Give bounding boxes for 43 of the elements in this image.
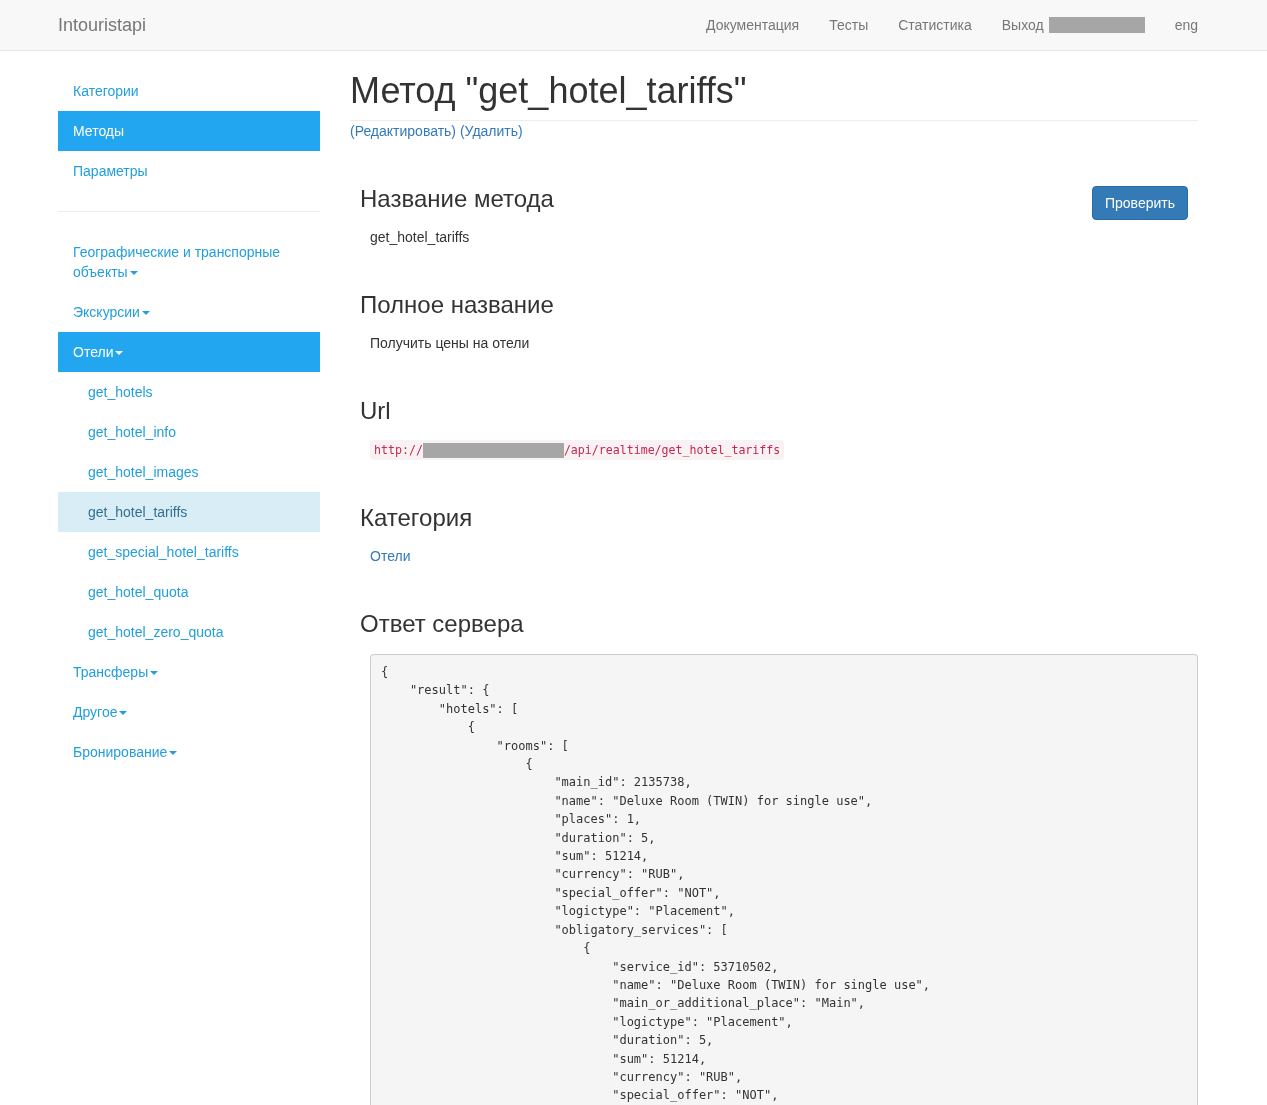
sidebar-subitem[interactable]: get_hotel_info	[58, 412, 320, 452]
action-link[interactable]: (Редактировать)	[350, 123, 457, 139]
sidebar-item[interactable]: Методы	[58, 111, 320, 151]
sidebar-item[interactable]: Бронирование	[58, 732, 320, 772]
nav-link[interactable]: eng	[1159, 0, 1213, 50]
brand-link[interactable]: Intouristapi	[58, 15, 147, 35]
caret-icon	[150, 671, 159, 676]
check-button[interactable]: Проверить	[1092, 186, 1188, 220]
sidebar-item[interactable]: Категории	[58, 71, 320, 111]
caret-icon	[115, 351, 124, 356]
url-text: /api/realtime/get_hotel_tariffs	[563, 442, 781, 458]
section-heading: Url	[360, 398, 391, 424]
caret-icon	[169, 751, 178, 756]
sidebar-item[interactable]: Экскурсии	[58, 292, 320, 332]
sidebar-item[interactable]: Отели	[58, 332, 320, 372]
caret-icon	[119, 711, 128, 716]
caret-icon	[129, 271, 138, 276]
sidebar-item[interactable]: Другое	[58, 692, 320, 732]
section-heading: Название метода	[360, 186, 554, 212]
caret-icon	[141, 311, 150, 316]
section-heading: Категория	[360, 505, 473, 531]
sidebar-item[interactable]: Параметры	[58, 151, 320, 191]
logout-link[interactable]: Выход	[986, 0, 1160, 50]
nav-link[interactable]: Статистика	[883, 0, 987, 50]
action-link[interactable]: (Удалить)	[459, 123, 523, 139]
sidebar-subitem[interactable]: get_hotel_quota	[58, 572, 320, 612]
nav-link[interactable]: Документация	[691, 0, 815, 50]
nav-link[interactable]: Тесты	[814, 0, 884, 50]
sidebar-subitem[interactable]: get_hotels	[58, 372, 320, 412]
page-title: Метод "get_hotel_tariffs"	[350, 71, 747, 111]
url-text: http://	[374, 442, 423, 458]
sidebar-item[interactable]: Трансферы	[58, 652, 320, 692]
sidebar-subitem[interactable]: get_hotel_tariffs	[58, 492, 320, 532]
sidebar-subitem[interactable]: get_special_hotel_tariffs	[58, 532, 320, 572]
field-value: get_hotel_tariffs	[370, 228, 471, 247]
sidebar-item[interactable]: Географические и транспорные объекты	[58, 232, 320, 292]
field-value: Получить цены на отели	[370, 334, 531, 353]
section-heading: Ответ сервера	[360, 611, 524, 637]
section-heading: Полное название	[360, 292, 554, 318]
sidebar-subitem[interactable]: get_hotel_images	[58, 452, 320, 492]
category-link[interactable]: Отели	[370, 548, 411, 564]
sidebar-subitem[interactable]: get_hotel_zero_quota	[58, 612, 320, 652]
code-block: { "result": { "hotels": [ { "rooms": [ { "main_id": 2135738, "name": "Deluxe Room (TWIN) for single use", "places": 1, "duration": 5, "sum": 51214, "currency": "RUB", "special_offer": "NOT", "logictype": "Placement", "obligatory_services": [ { "service_id": 53710502, "name": "Deluxe Room (TWIN) for single use", "main_or_additional_place": "Main", "logictype": "Placement", "duration": 5, "sum": 51214, "currency": "RUB", "special_offer": "NOT",	[370, 654, 1198, 1105]
